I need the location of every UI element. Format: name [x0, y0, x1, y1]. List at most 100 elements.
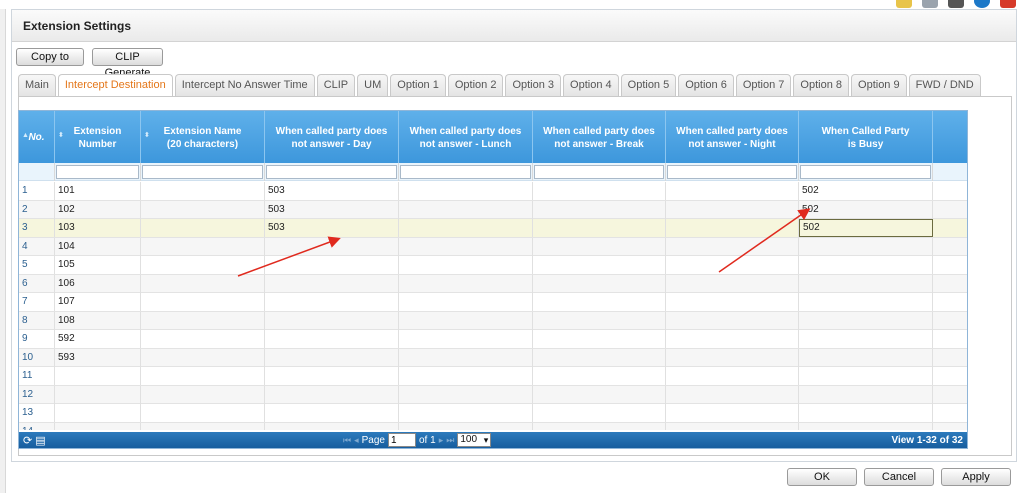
cell-night[interactable] [666, 311, 799, 330]
tab-option-5[interactable]: Option 5 [620, 74, 677, 96]
cell-break[interactable] [533, 385, 666, 404]
cell-night[interactable] [666, 348, 799, 367]
cell-busy[interactable] [799, 367, 933, 385]
table-row[interactable]: 14 [19, 422, 967, 430]
cell-day[interactable] [265, 348, 399, 367]
cell-day[interactable] [265, 237, 399, 256]
tab-option-1[interactable]: Option 1 [390, 74, 446, 96]
filter-input-lunch[interactable] [400, 165, 531, 179]
table-row[interactable]: 3 103 503 502 [19, 219, 967, 238]
cell-busy[interactable] [799, 256, 933, 274]
cell-night[interactable] [666, 237, 799, 256]
cell-busy[interactable] [799, 404, 933, 422]
table-row[interactable]: 8 108 [19, 311, 967, 330]
tab-main[interactable]: Main [18, 74, 56, 96]
cell-name[interactable] [141, 200, 265, 219]
tab-intercept-destination[interactable]: Intercept Destination [57, 74, 173, 97]
cell-lunch[interactable] [399, 256, 533, 274]
cell-busy[interactable] [799, 293, 933, 311]
cell-lunch[interactable] [399, 200, 533, 219]
cell-break[interactable] [533, 237, 666, 256]
cell-lunch[interactable] [399, 422, 533, 430]
save-icon[interactable] [948, 0, 964, 8]
tab-option-9[interactable]: Option 9 [851, 74, 907, 96]
cell-day[interactable] [265, 367, 399, 385]
cell-day[interactable]: 503 [265, 219, 399, 237]
cell-day[interactable] [265, 385, 399, 404]
tab-option-2[interactable]: Option 2 [447, 74, 504, 96]
cell-night[interactable] [666, 219, 799, 237]
cell-ext[interactable]: 593 [55, 348, 141, 367]
column-header-no[interactable]: ▲ No. [19, 111, 55, 163]
table-row[interactable]: 4 104 [19, 237, 967, 256]
cell-name[interactable] [141, 219, 265, 237]
cell-break[interactable] [533, 422, 666, 430]
column-header-night[interactable]: When called party does not answer - Nigh… [666, 111, 799, 163]
apply-button[interactable]: Apply [941, 468, 1011, 486]
table-row[interactable]: 9 592 [19, 330, 967, 349]
cell-lunch[interactable] [399, 274, 533, 293]
cell-night[interactable] [666, 256, 799, 274]
column-header-name[interactable]: ⬍ Extension Name (20 characters) [141, 111, 265, 163]
sort-icon[interactable]: ⬍ [144, 129, 150, 142]
cell-ext[interactable]: 592 [55, 330, 141, 348]
cell-night[interactable] [666, 293, 799, 311]
cell-day[interactable]: 503 [265, 182, 399, 200]
cell-break[interactable] [533, 311, 666, 330]
cell-day[interactable]: 503 [265, 200, 399, 219]
cell-busy[interactable] [799, 422, 933, 430]
cell-name[interactable] [141, 330, 265, 348]
cell-busy[interactable] [799, 311, 933, 330]
refresh-icon[interactable]: ⟳ [23, 435, 32, 447]
cell-name[interactable] [141, 348, 265, 367]
clip-generate-button[interactable]: CLIP Generate [92, 48, 163, 79]
cell-busy[interactable]: 502 [799, 219, 933, 237]
cell-busy[interactable] [799, 348, 933, 367]
cell-night[interactable] [666, 385, 799, 404]
tab-option-7[interactable]: Option 7 [735, 74, 792, 96]
cell-break[interactable] [533, 330, 666, 348]
cell-ext[interactable]: 102 [55, 200, 141, 219]
table-row[interactable]: 12 [19, 385, 967, 404]
table-row[interactable]: 7 107 [19, 293, 967, 312]
cell-night[interactable] [666, 330, 799, 348]
tab-option-6[interactable]: Option 6 [678, 74, 734, 96]
cell-day[interactable] [265, 330, 399, 348]
column-header-ext[interactable]: ⬍ Extension Number [55, 111, 141, 163]
cell-ext[interactable] [55, 367, 141, 385]
cell-name[interactable] [141, 422, 265, 430]
filter-input-break[interactable] [534, 165, 664, 179]
tab-option-4[interactable]: Option 4 [563, 74, 619, 96]
cell-name[interactable] [141, 385, 265, 404]
cell-name[interactable] [141, 256, 265, 274]
filter-input-day[interactable] [266, 165, 397, 179]
cell-night[interactable] [666, 422, 799, 430]
cell-lunch[interactable] [399, 182, 533, 200]
cell-name[interactable] [141, 182, 265, 200]
column-header-lunch[interactable]: When called party does not answer - Lunc… [399, 111, 533, 163]
cell-night[interactable] [666, 182, 799, 200]
info-icon[interactable] [974, 0, 990, 8]
cell-name[interactable] [141, 274, 265, 293]
tab-option-8[interactable]: Option 8 [793, 74, 850, 96]
cell-night[interactable] [666, 200, 799, 219]
cell-name[interactable] [141, 311, 265, 330]
cell-lunch[interactable] [399, 385, 533, 404]
sort-icon[interactable]: ▲ [22, 129, 29, 142]
cell-ext[interactable]: 106 [55, 274, 141, 293]
tab-um[interactable]: UM [357, 74, 389, 96]
cell-busy[interactable] [799, 385, 933, 404]
cell-busy[interactable] [799, 274, 933, 293]
cell-ext[interactable]: 101 [55, 182, 141, 200]
cell-break[interactable] [533, 293, 666, 311]
cell-day[interactable] [265, 404, 399, 422]
cell-break[interactable] [533, 348, 666, 367]
cell-name[interactable] [141, 367, 265, 385]
table-row[interactable]: 13 [19, 404, 967, 423]
cell-ext[interactable]: 104 [55, 237, 141, 256]
cell-ext[interactable] [55, 422, 141, 430]
tab-fwd-dnd[interactable]: FWD / DND [908, 74, 981, 96]
cell-lunch[interactable] [399, 348, 533, 367]
cell-break[interactable] [533, 274, 666, 293]
column-header-day[interactable]: When called party does not answer - Day [265, 111, 399, 163]
